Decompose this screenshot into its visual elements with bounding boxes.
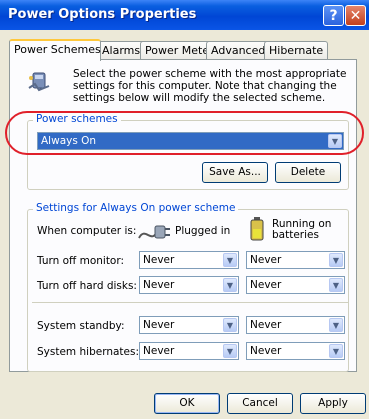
system-standby-label: System standby: [37, 320, 125, 332]
tab-alarms[interactable]: Alarms [97, 41, 146, 59]
power-options-icon [28, 72, 50, 92]
window-title: Power Options Properties [8, 7, 197, 22]
select-value: Never [250, 345, 282, 357]
tab-power-schemes[interactable]: Power Schemes [9, 39, 101, 61]
highlight-annotation [5, 111, 364, 155]
close-button[interactable]: ✕ [345, 5, 366, 26]
chevron-down-icon[interactable]: ▼ [329, 344, 343, 358]
settings-label: Settings for Always On power scheme [33, 202, 239, 214]
chevron-down-icon[interactable]: ▼ [223, 253, 237, 267]
system-hibernates-label: System hibernates: [37, 346, 139, 358]
turn-off-monitor-label: Turn off monitor: [37, 255, 125, 267]
turn-off-hard-disks-label: Turn off hard disks: [37, 280, 137, 292]
title-bar[interactable]: Power Options Properties ? ✕ [0, 0, 369, 30]
turn-off-monitor-plugged-select[interactable]: Never ▼ [139, 251, 239, 269]
tab-advanced[interactable]: Advanced [206, 41, 270, 59]
battery-icon [250, 217, 264, 241]
save-as-button[interactable]: Save As... [202, 162, 268, 183]
intro-text: Select the power scheme with the most ap… [73, 68, 347, 104]
turn-off-hard-disks-battery-select[interactable]: Never ▼ [246, 276, 345, 294]
ok-button[interactable]: OK [154, 393, 220, 414]
chevron-down-icon[interactable]: ▼ [223, 278, 237, 292]
system-standby-plugged-select[interactable]: Never ▼ [139, 316, 239, 334]
power-options-window: Power Options Properties ? ✕ Power Schem… [0, 0, 369, 419]
plugged-in-label: Plugged in [175, 225, 231, 237]
tab-hibernate[interactable]: Hibernate [264, 41, 328, 59]
running-on-batteries-label: Running on batteries [272, 218, 332, 241]
select-value: Never [250, 319, 282, 331]
select-value: Never [143, 319, 175, 331]
chevron-down-icon[interactable]: ▼ [329, 318, 343, 332]
select-value: Never [250, 279, 282, 291]
power-plug-icon [138, 225, 170, 239]
select-value: Never [250, 254, 282, 266]
settings-divider [32, 302, 349, 303]
when-computer-label: When computer is: [37, 225, 137, 237]
delete-button[interactable]: Delete [275, 162, 341, 183]
cancel-button[interactable]: Cancel [227, 393, 293, 414]
chevron-down-icon[interactable]: ▼ [223, 318, 237, 332]
chevron-down-icon[interactable]: ▼ [329, 253, 343, 267]
chevron-down-icon[interactable]: ▼ [223, 344, 237, 358]
system-hibernates-battery-select[interactable]: Never ▼ [246, 342, 345, 360]
tab-power-meter[interactable]: Power Meter [140, 41, 214, 59]
turn-off-hard-disks-plugged-select[interactable]: Never ▼ [139, 276, 239, 294]
system-standby-battery-select[interactable]: Never ▼ [246, 316, 345, 334]
select-value: Never [143, 279, 175, 291]
select-value: Never [143, 345, 175, 357]
turn-off-monitor-battery-select[interactable]: Never ▼ [246, 251, 345, 269]
select-value: Never [143, 254, 175, 266]
chevron-down-icon[interactable]: ▼ [329, 278, 343, 292]
system-hibernates-plugged-select[interactable]: Never ▼ [139, 342, 239, 360]
apply-button[interactable]: Apply [300, 393, 366, 414]
help-button[interactable]: ? [323, 5, 344, 26]
